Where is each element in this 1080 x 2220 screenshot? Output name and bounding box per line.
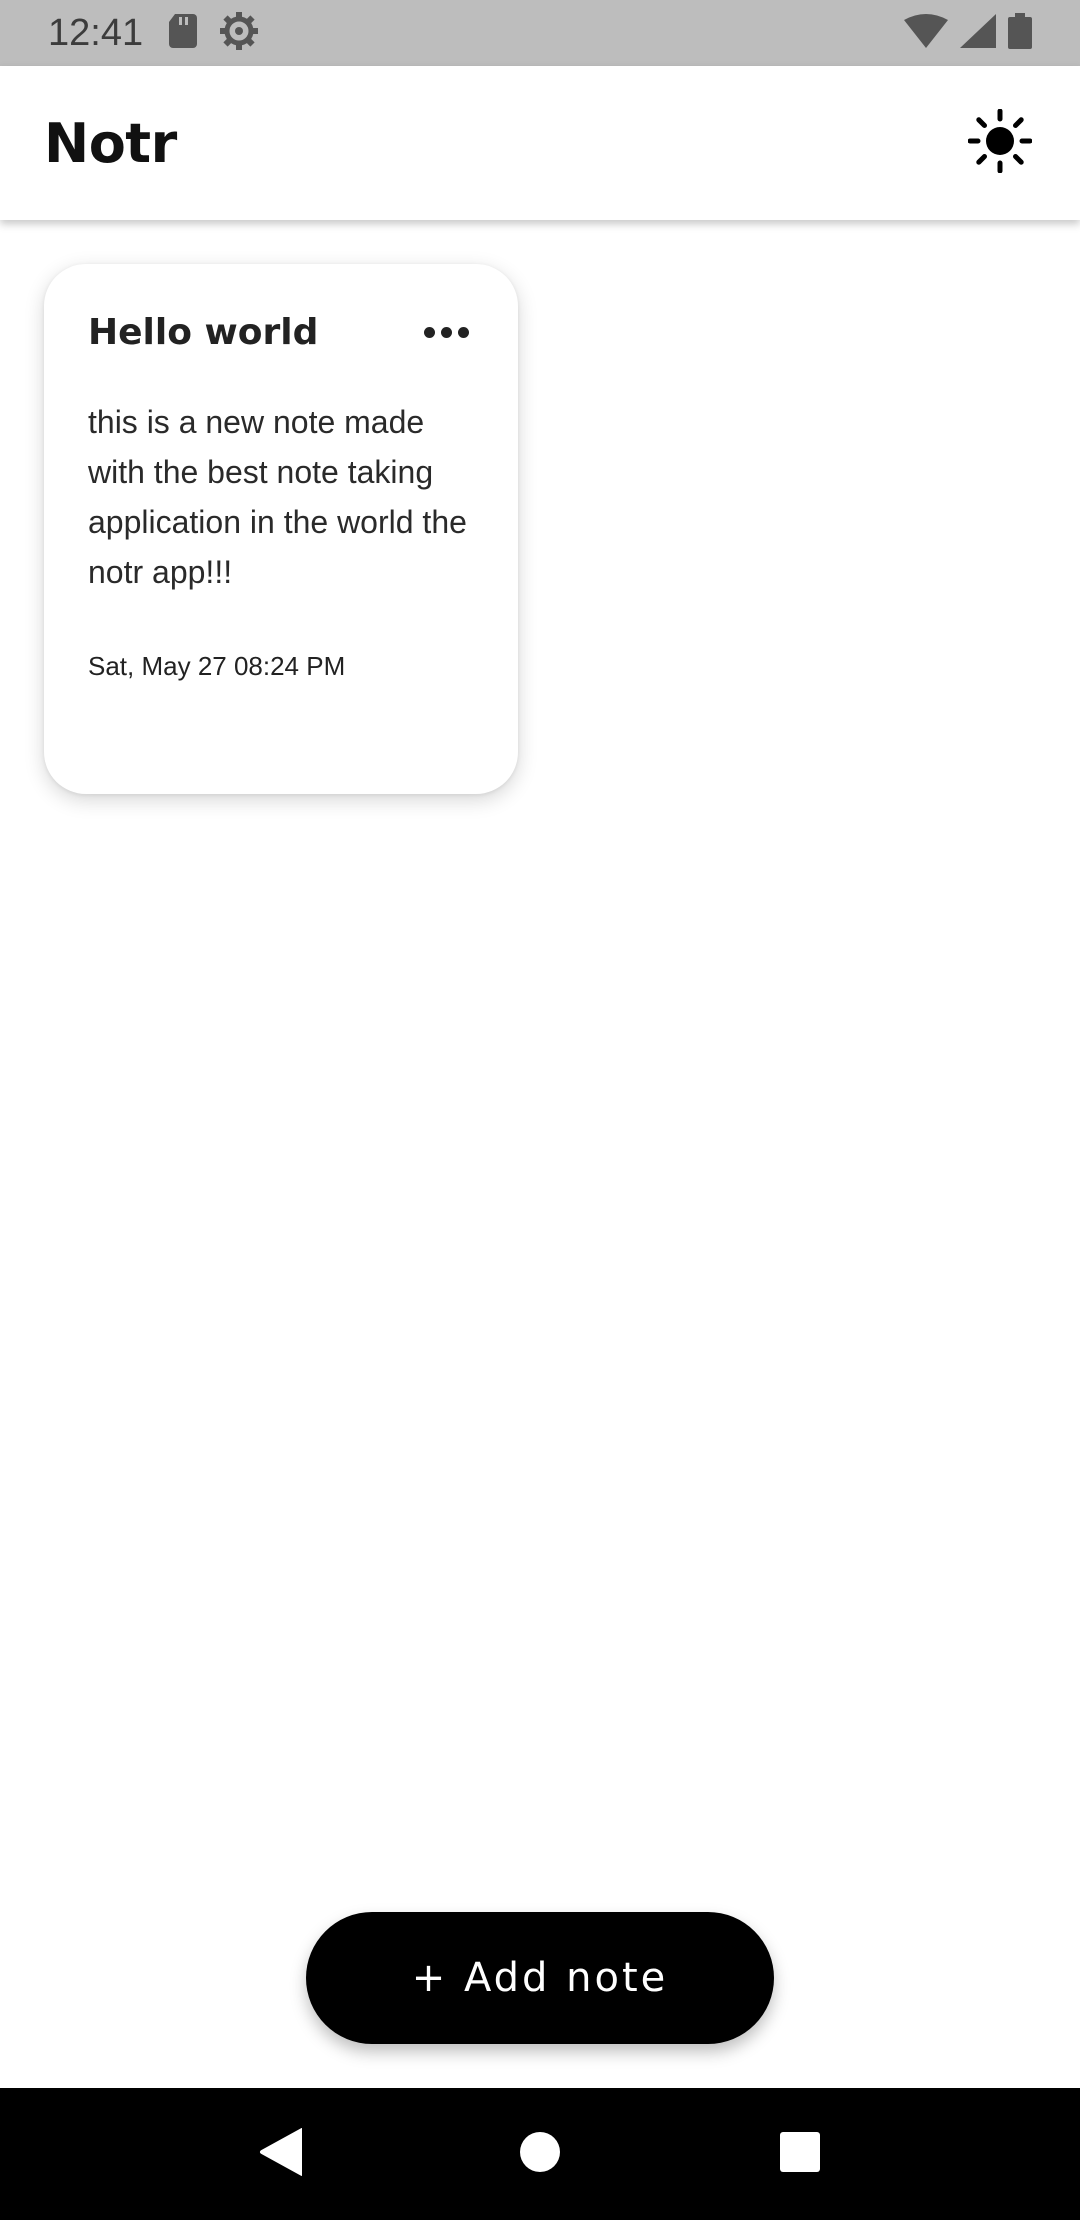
note-options-button[interactable] <box>418 313 474 353</box>
back-icon <box>258 2128 304 2180</box>
more-dot <box>457 327 469 338</box>
settings-gear-icon <box>219 11 259 55</box>
recents-icon <box>779 2131 821 2177</box>
recents-button[interactable] <box>760 2114 840 2194</box>
cell-signal-icon <box>960 14 996 52</box>
app-bar: Notr <box>0 66 1080 220</box>
status-right-icons <box>904 13 1032 53</box>
more-dot <box>440 327 452 338</box>
app-title: Notr <box>44 111 177 175</box>
status-bar: 12:41 <box>0 0 1080 66</box>
add-note-button[interactable]: + Add note <box>306 1912 774 2044</box>
note-title: Hello world <box>88 312 319 353</box>
wifi-icon <box>904 14 948 52</box>
sun-icon <box>967 108 1033 177</box>
sd-card-icon <box>169 14 198 52</box>
back-button[interactable] <box>240 2114 320 2194</box>
home-icon <box>519 2131 561 2177</box>
navigation-bar <box>0 2088 1080 2220</box>
note-card[interactable]: Hello world this is a new note made with… <box>44 264 518 794</box>
home-button[interactable] <box>500 2114 580 2194</box>
theme-toggle-button[interactable] <box>964 107 1036 179</box>
status-left-icons <box>169 11 259 55</box>
more-horizontal-icon <box>423 327 435 338</box>
note-date: Sat, May 27 08:24 PM <box>88 651 346 681</box>
battery-icon <box>1008 13 1032 53</box>
note-header: Hello world <box>88 312 474 353</box>
status-time: 12:41 <box>48 11 144 54</box>
note-body: this is a new note made with the best no… <box>88 404 467 590</box>
screen: 12:41 Notr Hello world this is a new not… <box>0 0 1080 2220</box>
